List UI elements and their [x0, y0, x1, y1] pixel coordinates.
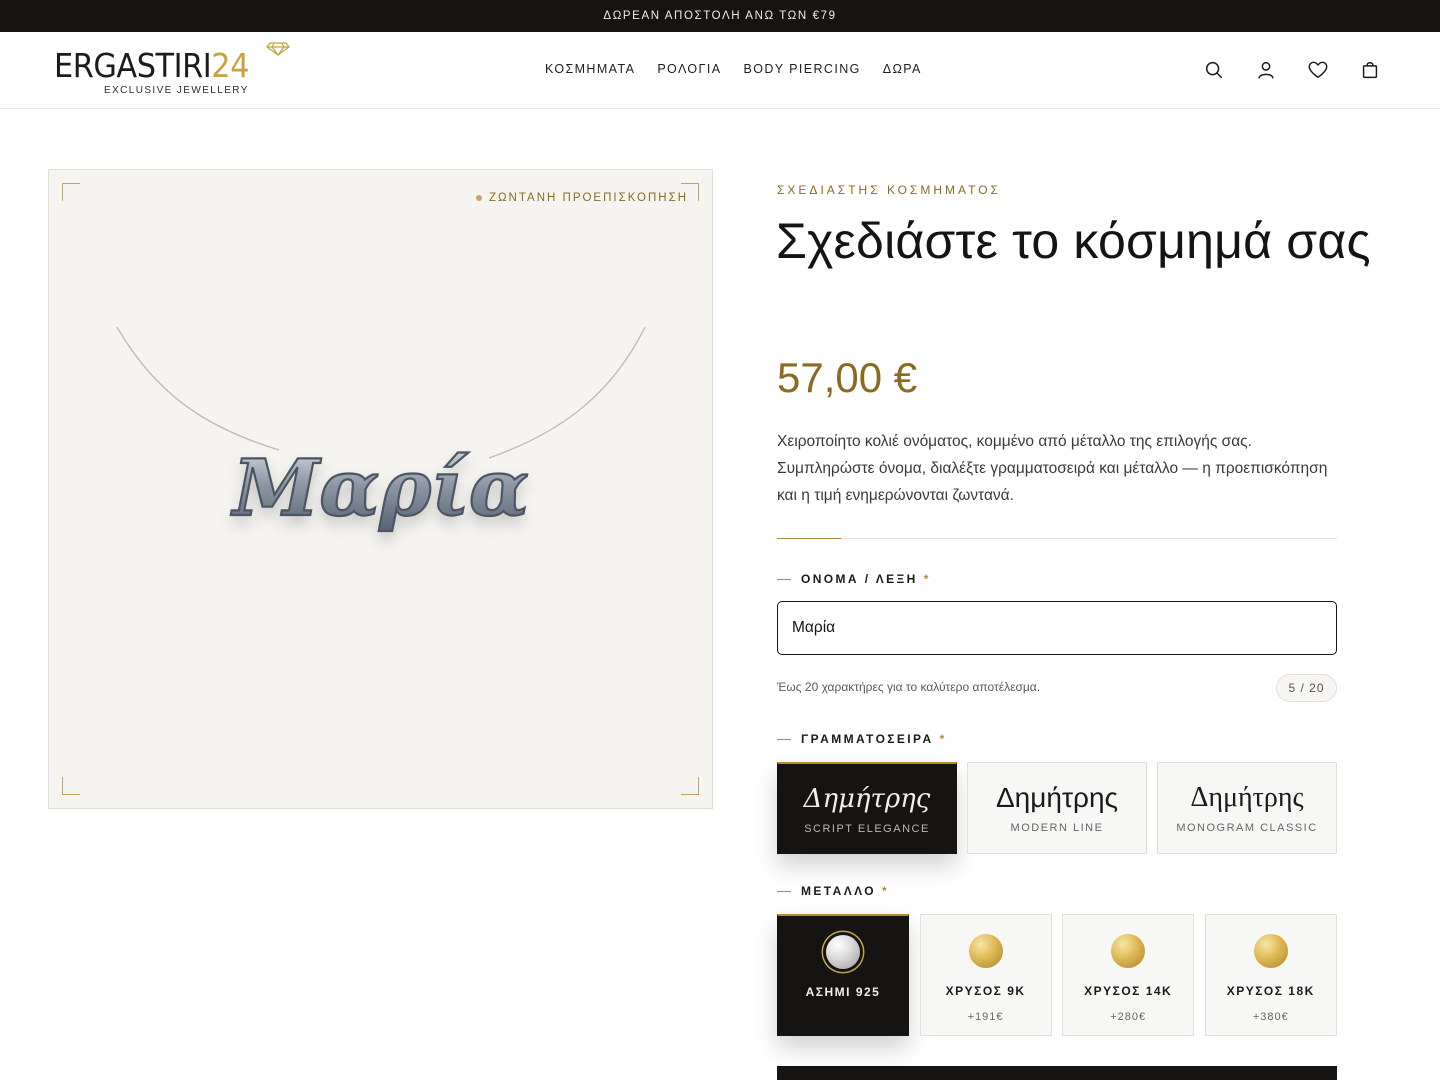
wishlist-button[interactable] [1306, 58, 1330, 82]
header-actions [1202, 58, 1410, 82]
metal-options: ΑΣΗΜΙ 925 ΧΡΥΣΟΣ 9K +191€ ΧΡΥΣΟΣ 14K +28… [777, 914, 1337, 1036]
font-option-name: SCRIPT ELEGANCE [804, 822, 930, 835]
site-header: ERGASTIRI24 EXCLUSIVE JEWELLERY ΚΟΣΜΗΜΑΤ… [0, 32, 1440, 109]
metal-field-label: ΜΕΤΑΛΛΟ * [777, 884, 889, 898]
gold-swatch-icon [968, 934, 1003, 968]
font-options: Δημήτρης SCRIPT ELEGANCE Δημήτρης MODERN… [777, 762, 1337, 854]
name-field-label: ΟΝΟΜΑ / ΛΕΞΗ * [777, 572, 931, 586]
font-field-label-text: ΓΡΑΜΜΑΤΟΣΕΙΡΑ [801, 732, 934, 746]
metal-option-gold-9k[interactable]: ΧΡΥΣΟΣ 9K +191€ [919, 914, 1052, 1036]
product-price: 57,00 € [777, 354, 918, 401]
metal-option-name: ΧΡΥΣΟΣ 9K [945, 984, 1026, 998]
required-mark: * [923, 572, 931, 586]
add-to-cart-button[interactable] [777, 1066, 1337, 1080]
required-mark: * [939, 732, 947, 746]
character-counter: 5 / 20 [1276, 674, 1337, 702]
nav-item-body-piercing[interactable]: BODY PIERCING [743, 62, 860, 76]
brand-number: 24 [211, 46, 249, 85]
metal-option-name: ΑΣΗΜΙ 925 [805, 985, 881, 999]
silver-swatch-icon [826, 935, 860, 969]
page-title: Σχεδιάστε το κόσμημά σας [776, 213, 1371, 269]
brand-tagline: EXCLUSIVE JEWELLERY [104, 85, 249, 96]
brand-name: ERGASTIRI [54, 46, 212, 85]
font-option-name: MONOGRAM CLASSIC [1176, 822, 1318, 834]
live-preview-panel: ΖΩΝΤΑΝΗ ΠΡΟΕΠΙΣΚΟΠΗΣΗ Μαρία [48, 169, 713, 809]
account-icon [1258, 61, 1274, 79]
product-eyebrow: ΣΧΕΔΙΑΣΤΗΣ ΚΟΣΜΗΜΑΤΟΣ [777, 183, 1001, 197]
name-input[interactable] [777, 601, 1337, 655]
font-option-modern-line[interactable]: Δημήτρης MODERN LINE [967, 762, 1147, 854]
metal-option-gold-18k[interactable]: ΧΡΥΣΟΣ 18K +380€ [1204, 914, 1337, 1036]
name-field-hint: Έως 20 χαρακτήρες για το καλύτερο αποτέλ… [777, 680, 1041, 694]
font-sample: Δημήτρης [995, 782, 1119, 813]
nav-item-watches[interactable]: ΡΟΛΟΓΙΑ [657, 62, 721, 76]
font-sample: Δημήτρης [803, 783, 931, 814]
font-option-monogram-classic[interactable]: Δημήτρης MONOGRAM CLASSIC [1157, 762, 1337, 854]
search-button[interactable] [1202, 58, 1226, 82]
metal-option-price: +191€ [967, 1011, 1004, 1023]
font-sample: Δημήτρης [1190, 782, 1304, 813]
metal-option-name: ΧΡΥΣΟΣ 14K [1084, 984, 1173, 998]
metal-option-price: +280€ [1110, 1011, 1147, 1023]
product-description: Χειροποίητο κολιέ ονόματος, κομμένο από … [777, 433, 1328, 504]
brand-wordmark: ERGASTIRI24 [54, 46, 249, 86]
main-nav: ΚΟΣΜΗΜΑΤΑ ΡΟΛΟΓΙΑ BODY PIERCING ΔΩΡΑ [545, 62, 944, 76]
label-accent-line [777, 578, 791, 580]
required-mark: * [881, 884, 890, 898]
brand-logo[interactable]: ERGASTIRI24 EXCLUSIVE JEWELLERY [54, 42, 294, 98]
account-button[interactable] [1254, 58, 1278, 82]
section-divider-accent [777, 538, 841, 539]
search-icon [1205, 61, 1223, 79]
font-field-label: ΓΡΑΜΜΑΤΟΣΕΙΡΑ * [777, 732, 947, 746]
section-divider [777, 538, 1337, 539]
metal-option-name: ΧΡΥΣΟΣ 18K [1226, 984, 1315, 998]
metal-field-label-text: ΜΕΤΑΛΛΟ [801, 884, 876, 898]
announcement-bar: ΔΩΡΕΑΝ ΑΠΟΣΤΟΛΗ ΑΝΩ ΤΩΝ €79 [0, 0, 1440, 32]
necklace-chain [488, 326, 646, 459]
pendant-name: Μαρία [230, 443, 529, 534]
announcement-text: ΔΩΡΕΑΝ ΑΠΟΣΤΟΛΗ ΑΝΩ ΤΩΝ €79 [603, 10, 837, 22]
font-option-script-elegance[interactable]: Δημήτρης SCRIPT ELEGANCE [777, 762, 957, 854]
gold-swatch-icon [1253, 934, 1288, 968]
metal-option-gold-14k[interactable]: ΧΡΥΣΟΣ 14K +280€ [1062, 914, 1195, 1036]
nav-item-gifts[interactable]: ΔΩΡΑ [883, 62, 922, 76]
metal-option-silver-925[interactable]: ΑΣΗΜΙ 925 [777, 914, 909, 1036]
nav-item-jewellery[interactable]: ΚΟΣΜΗΜΑΤΑ [545, 62, 635, 76]
necklace-preview: Μαρία [116, 326, 646, 535]
wishlist-heart-icon [1308, 61, 1328, 79]
label-accent-line [777, 890, 791, 892]
necklace-chain [116, 326, 280, 451]
name-field-label-text: ΟΝΟΜΑ / ΛΕΞΗ [801, 572, 918, 586]
cart-button[interactable] [1358, 58, 1382, 82]
gold-swatch-icon [1111, 934, 1146, 968]
label-accent-line [777, 738, 791, 740]
font-option-name: MODERN LINE [1010, 822, 1104, 834]
metal-option-price: +380€ [1252, 1011, 1289, 1023]
diamond-icon [266, 42, 290, 56]
shopping-bag-icon [1362, 62, 1378, 79]
